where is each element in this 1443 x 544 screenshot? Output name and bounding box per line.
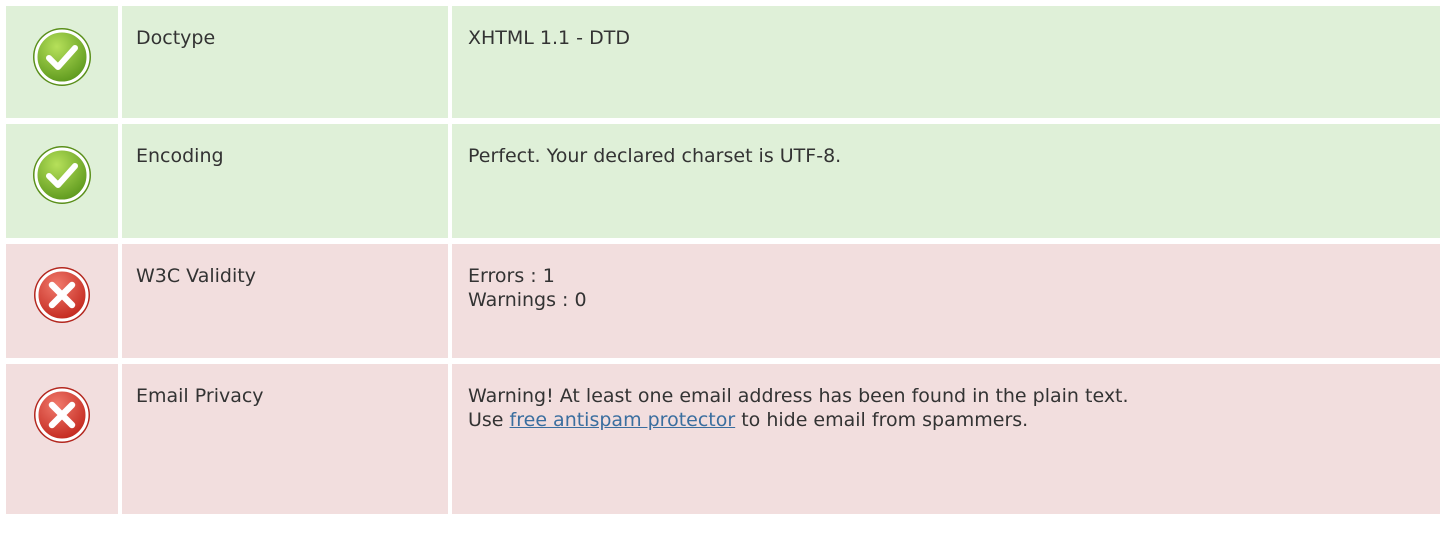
line-suffix: to hide email from spammers. xyxy=(735,409,1029,431)
line-prefix: Use xyxy=(468,409,510,431)
results-table: Doctype XHTML 1.1 - DTD Encoding Perfect… xyxy=(0,0,1443,514)
status-cell xyxy=(6,364,122,514)
value-line: XHTML 1.1 - DTD xyxy=(468,27,630,49)
result-row-w3c-validity: W3C Validity Errors : 1 Warnings : 0 xyxy=(6,244,1440,358)
check-name: Email Privacy xyxy=(122,364,452,514)
check-value: Perfect. Your declared charset is UTF-8. xyxy=(452,124,1440,238)
check-circle-icon xyxy=(33,146,91,204)
status-cell xyxy=(6,124,122,238)
result-row-doctype: Doctype XHTML 1.1 - DTD xyxy=(6,6,1440,118)
check-value: XHTML 1.1 - DTD xyxy=(452,6,1440,118)
error-circle-icon xyxy=(34,267,90,323)
check-circle-icon xyxy=(33,28,91,86)
check-value: Errors : 1 Warnings : 0 xyxy=(452,244,1440,358)
value-line: Warning! At least one email address has … xyxy=(468,385,1129,407)
result-row-email-privacy: Email Privacy Warning! At least one emai… xyxy=(6,364,1440,514)
check-name: W3C Validity xyxy=(122,244,452,358)
antispam-protector-link[interactable]: free antispam protector xyxy=(510,409,736,431)
check-value: Warning! At least one email address has … xyxy=(452,364,1440,514)
check-name: Encoding xyxy=(122,124,452,238)
result-row-encoding: Encoding Perfect. Your declared charset … xyxy=(6,124,1440,238)
status-cell xyxy=(6,244,122,358)
value-line-with-link: Use free antispam protector to hide emai… xyxy=(468,408,1440,432)
error-circle-icon xyxy=(34,387,90,443)
value-line: Errors : 1 xyxy=(468,265,555,287)
status-cell xyxy=(6,6,122,118)
value-line: Warnings : 0 xyxy=(468,289,587,311)
value-line: Perfect. Your declared charset is UTF-8. xyxy=(468,145,842,167)
check-name: Doctype xyxy=(122,6,452,118)
